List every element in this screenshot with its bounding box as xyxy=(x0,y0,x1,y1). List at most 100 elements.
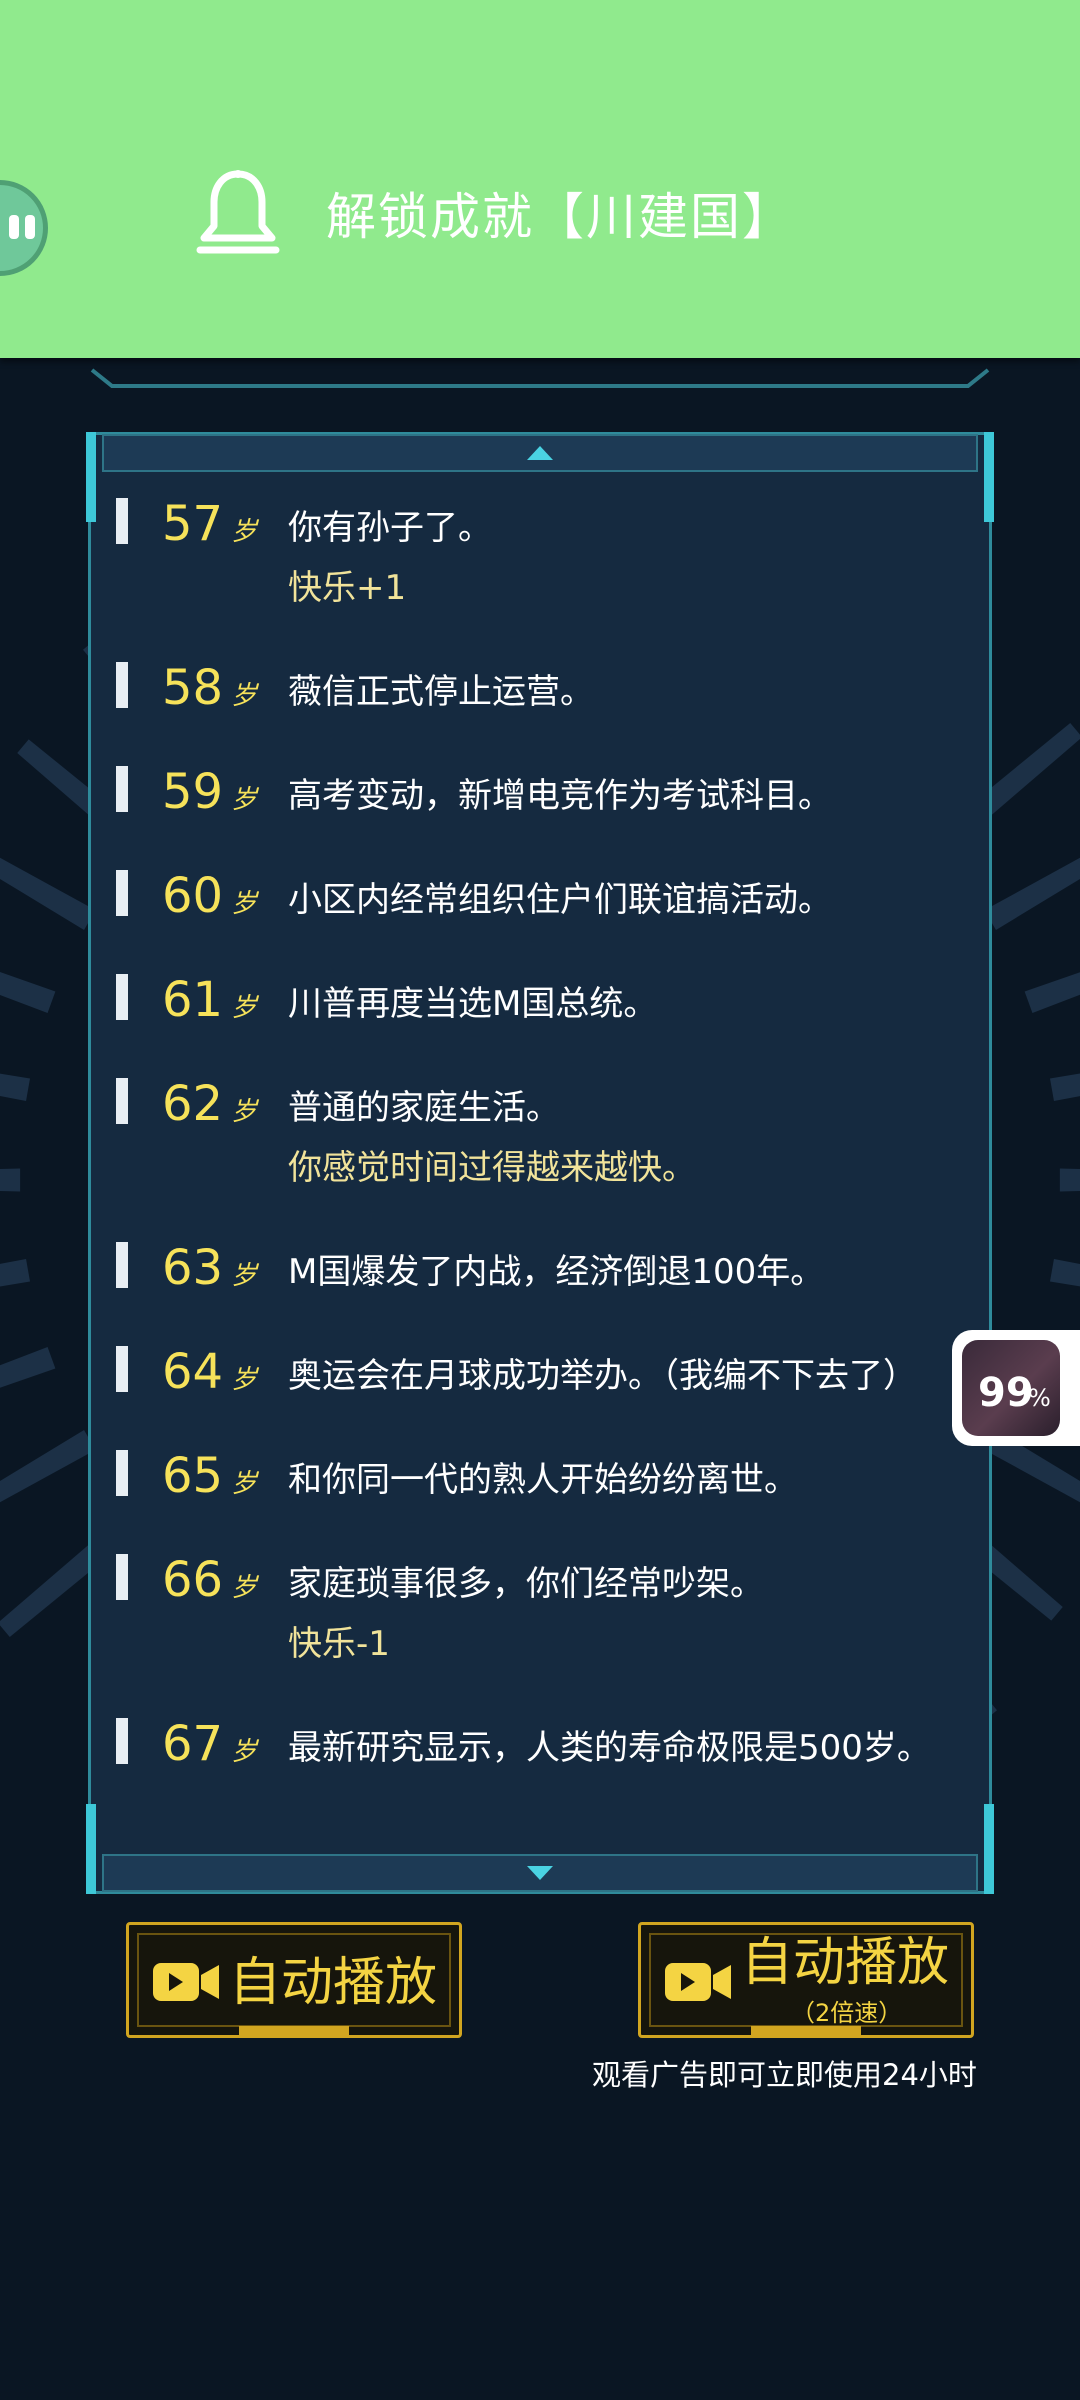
panel-corner-decoration xyxy=(984,1804,994,1894)
event-row: 66 岁家庭琐事很多，你们经常吵架。 快乐-1 xyxy=(102,1532,978,1696)
event-text: 薇信正式停止运营。 xyxy=(288,672,594,712)
event-effect: 快乐-1 xyxy=(288,1624,390,1664)
sunburst-ray xyxy=(1024,972,1080,1013)
event-text: 小区内经常组织住户们联谊搞活动。 xyxy=(288,880,832,920)
event-text: M国爆发了内战，经济倒退100年。 xyxy=(288,1252,825,1292)
age-unit: 岁 xyxy=(231,1365,258,1395)
event-row: 65 岁和你同一代的熟人开始纷纷离世。 xyxy=(102,1428,978,1532)
age-number: 65 xyxy=(162,1448,224,1504)
age-number: 62 xyxy=(162,1076,224,1132)
age-number: 59 xyxy=(162,764,224,820)
event-text: 最新研究显示，人类的寿命极限是500岁。 xyxy=(288,1728,931,1768)
app-avatar-icon xyxy=(0,180,48,276)
age-number: 60 xyxy=(162,868,224,924)
auto-play-2x-button[interactable]: 自动播放 （2倍速） xyxy=(638,1922,974,2038)
event-row: 58 岁薇信正式停止运营。 xyxy=(102,640,978,744)
event-row: 63 岁 M国爆发了内战，经济倒退100年。 xyxy=(102,1220,978,1324)
event-marker xyxy=(116,1242,128,1288)
event-age: 63 岁 xyxy=(162,1238,272,1298)
scroll-down-button[interactable] xyxy=(102,1854,978,1892)
event-row: 67 岁最新研究显示，人类的寿命极限是500岁。 xyxy=(102,1696,978,1800)
age-unit: 岁 xyxy=(231,1737,258,1767)
event-marker xyxy=(116,870,128,916)
event-text: 普通的家庭生活。 xyxy=(288,1088,560,1128)
notification-text: 解锁成就【川建国】 xyxy=(326,188,794,246)
event-effect: 快乐+1 xyxy=(288,568,407,608)
event-text: 你有孙子了。 xyxy=(288,508,492,548)
sunburst-ray xyxy=(0,1259,31,1287)
auto-play-label: 自动播放 xyxy=(229,1953,438,2013)
event-body: 小区内经常组织住户们联谊搞活动。 xyxy=(288,870,948,930)
panel-corner-decoration xyxy=(86,432,96,522)
event-list[interactable]: 57 岁你有孙子了。 快乐+1 58 岁薇信正式停止运营。 59 岁高考变动，新增电竞作为考… xyxy=(102,476,978,1852)
event-row: 61 岁川普再度当选M国总统。 xyxy=(102,952,978,1056)
event-age: 57 岁 xyxy=(162,494,272,554)
sunburst-ray xyxy=(0,972,56,1013)
age-unit: 岁 xyxy=(231,785,258,815)
event-body: 你有孙子了。 快乐+1 xyxy=(288,498,948,618)
event-age: 59 岁 xyxy=(162,762,272,822)
event-text: 川普再度当选M国总统。 xyxy=(288,984,658,1024)
event-text: 奥运会在月球成功举办。（我编不下去了） xyxy=(288,1356,917,1396)
age-number: 58 xyxy=(162,660,224,716)
achievement-notification[interactable]: 解锁成就【川建国】 xyxy=(0,0,1080,358)
age-unit: 岁 xyxy=(231,1097,258,1127)
event-effect: 你感觉时间过得越来越快。 xyxy=(288,1148,696,1188)
sunburst-ray xyxy=(0,1073,31,1101)
age-unit: 岁 xyxy=(231,517,258,547)
age-unit: 岁 xyxy=(231,1469,258,1499)
auto-play-button[interactable]: 自动播放 xyxy=(126,1922,462,2038)
sunburst-ray xyxy=(0,1168,21,1192)
event-body: 薇信正式停止运营。 xyxy=(288,662,948,722)
age-unit: 岁 xyxy=(231,889,258,919)
age-number: 64 xyxy=(162,1344,224,1400)
event-row: 60 岁小区内经常组织住户们联谊搞活动。 xyxy=(102,848,978,952)
event-marker xyxy=(116,1450,128,1496)
event-age: 58 岁 xyxy=(162,658,272,718)
sunburst-ray xyxy=(0,1430,96,1503)
age-number: 67 xyxy=(162,1716,224,1772)
event-body: 最新研究显示，人类的寿命极限是500岁。 xyxy=(288,1718,948,1778)
event-age: 67 岁 xyxy=(162,1714,272,1774)
scroll-up-button[interactable] xyxy=(102,434,978,472)
event-body: 普通的家庭生活。你感觉时间过得越来越快。 xyxy=(288,1078,948,1198)
panel-corner-decoration xyxy=(86,1804,96,1894)
event-age: 62 岁 xyxy=(162,1074,272,1134)
age-number: 57 xyxy=(162,496,224,552)
event-body: 川普再度当选M国总统。 xyxy=(288,974,948,1034)
age-number: 63 xyxy=(162,1240,224,1296)
event-marker xyxy=(116,1078,128,1124)
event-text: 家庭琐事很多，你们经常吵架。 xyxy=(288,1564,764,1604)
event-body: 高考变动，新增电竞作为考试科目。 xyxy=(288,766,948,826)
auto-play-2x-label: 自动播放 xyxy=(741,1933,950,1993)
age-number: 66 xyxy=(162,1552,224,1608)
age-unit: 岁 xyxy=(231,681,258,711)
event-body: 家庭琐事很多，你们经常吵架。 快乐-1 xyxy=(288,1554,948,1674)
arrow-up-icon xyxy=(527,446,553,460)
video-camera-icon xyxy=(153,1963,219,2001)
widget-percent-value: 99 xyxy=(978,1370,1034,1416)
event-marker xyxy=(116,662,128,708)
ad-notice-text: 观看广告即可立即使用24小时 xyxy=(592,2058,977,2092)
event-age: 65 岁 xyxy=(162,1446,272,1506)
event-marker xyxy=(116,1346,128,1392)
event-text: 高考变动，新增电竞作为考试科目。 xyxy=(288,776,832,816)
widget-percent-unit: % xyxy=(1028,1384,1051,1412)
bell-icon xyxy=(196,170,280,254)
event-body: M国爆发了内战，经济倒退100年。 xyxy=(288,1242,948,1302)
sunburst-ray xyxy=(1049,1259,1080,1287)
event-marker xyxy=(116,1718,128,1764)
event-age: 64 岁 xyxy=(162,1342,272,1402)
event-row: 62 岁普通的家庭生活。你感觉时间过得越来越快。 xyxy=(102,1056,978,1220)
arrow-down-icon xyxy=(527,1866,553,1880)
age-unit: 岁 xyxy=(231,1573,258,1603)
event-row: 59 岁高考变动，新增电竞作为考试科目。 xyxy=(102,744,978,848)
floating-progress-widget[interactable]: 99 % xyxy=(952,1330,1080,1446)
event-row: 64 岁奥运会在月球成功举办。（我编不下去了） xyxy=(102,1324,978,1428)
event-age: 60 岁 xyxy=(162,866,272,926)
event-marker xyxy=(116,974,128,1020)
event-age: 61 岁 xyxy=(162,970,272,1030)
sunburst-ray xyxy=(1059,1168,1080,1192)
speed-sublabel: （2倍速） xyxy=(791,1999,903,2027)
sunburst-ray xyxy=(984,857,1080,930)
